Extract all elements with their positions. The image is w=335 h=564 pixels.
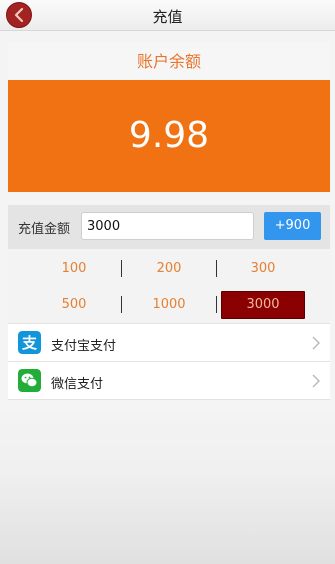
add-900-button[interactable]: +900: [264, 212, 321, 240]
preset-300[interactable]: 300: [221, 255, 305, 283]
alipay-icon: 支: [18, 331, 41, 354]
payment-method-list: 支 支付宝支付 微信支付: [8, 323, 330, 400]
preset-divider: [216, 260, 217, 277]
preset-100[interactable]: 100: [32, 255, 116, 283]
preset-amount-grid: 100 200 300 500 1000 3000: [8, 249, 330, 323]
preset-divider: [121, 296, 122, 313]
balance-label: 账户余额: [8, 43, 330, 80]
preset-3000-selected[interactable]: 3000: [221, 291, 305, 319]
recharge-amount-label: 充值金额: [18, 222, 71, 237]
alipay-label: 支付宝支付: [51, 339, 117, 354]
svg-text:支: 支: [21, 334, 38, 352]
alipay-option[interactable]: 支 支付宝支付: [8, 324, 330, 362]
chevron-right-icon: [312, 374, 320, 388]
preset-divider: [121, 260, 122, 277]
wechat-pay-option[interactable]: 微信支付: [8, 362, 330, 400]
top-bar: 充值: [0, 0, 335, 31]
recharge-amount-row: 充值金额 +900: [8, 205, 330, 249]
chevron-right-icon: [312, 336, 320, 350]
preset-divider: [216, 296, 217, 313]
recharge-amount-input[interactable]: [81, 212, 254, 240]
wechat-icon: [18, 369, 41, 392]
preset-500[interactable]: 500: [32, 291, 116, 319]
balance-card: 账户余额 9.98: [8, 43, 330, 192]
balance-value: 9.98: [8, 80, 330, 192]
preset-200[interactable]: 200: [127, 255, 211, 283]
wechat-pay-label: 微信支付: [51, 377, 104, 392]
preset-1000[interactable]: 1000: [127, 291, 211, 319]
page-title: 充值: [152, 8, 183, 26]
